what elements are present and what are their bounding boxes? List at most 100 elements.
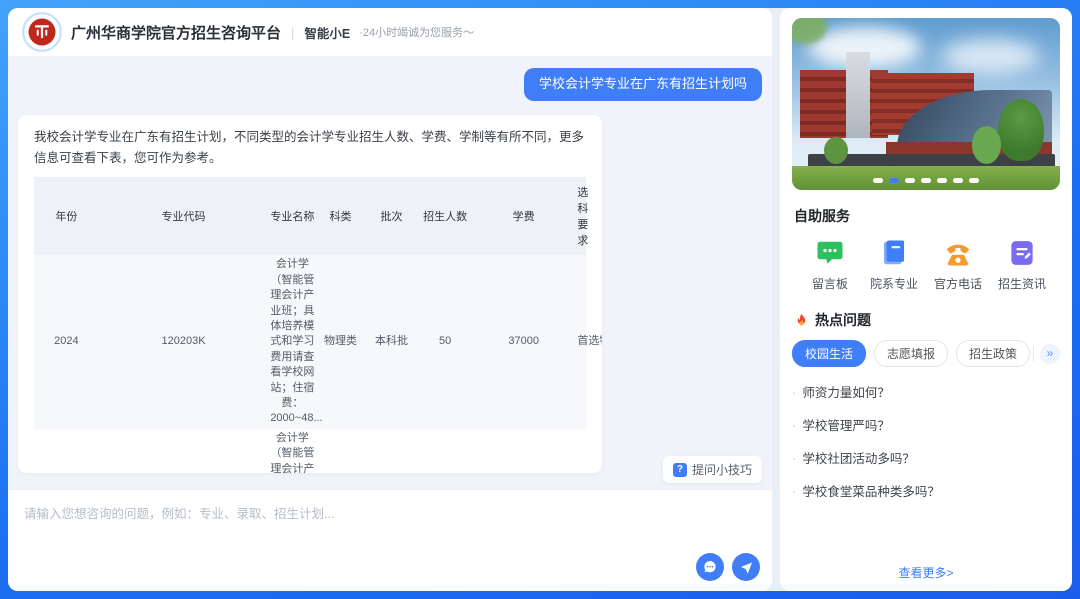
chat-bubble-icon — [702, 559, 718, 575]
table-row: 2024 120203K 会计学（智能管理会计产业班；具体培养模式和学习费用请查… — [34, 429, 586, 473]
bullet-icon: · — [792, 385, 796, 400]
cell-batch: 本科批 — [365, 429, 419, 473]
table-row: 2024 120203K 会计学（智能管理会计产业班；具体培养模式和学习费用请查… — [34, 255, 586, 428]
service-admission-news[interactable]: 招生资讯 — [992, 238, 1052, 292]
app-window: 广州华商学院官方招生咨询平台 | 智能小E ·24小时竭诚为您服务～ 学校会计学… — [0, 0, 1080, 599]
carousel-dot[interactable] — [889, 178, 899, 183]
carousel-dot[interactable] — [953, 178, 963, 183]
cell-enrollment: 50 — [418, 255, 472, 428]
admission-news-icon — [1007, 238, 1037, 268]
service-message-board[interactable]: 留言板 — [800, 238, 860, 292]
message-board-icon — [815, 238, 845, 268]
cell-tuition: 37000 — [472, 429, 575, 473]
tabs-more-button[interactable]: » — [1040, 344, 1060, 364]
service-official-phone[interactable]: 官方电话 — [928, 238, 988, 292]
hot-question-text: 学校管理严吗？ — [802, 415, 890, 434]
school-logo-icon — [22, 12, 62, 52]
composer — [8, 489, 772, 591]
title-divider: | — [291, 25, 294, 40]
cell-year: 2024 — [34, 429, 99, 473]
campus-tower — [846, 52, 870, 138]
quick-chat-button[interactable] — [696, 553, 724, 581]
table-header-cell: 专业代码 — [99, 177, 269, 255]
carousel-dot[interactable] — [937, 178, 947, 183]
cell-year: 2024 — [34, 255, 99, 428]
message-input[interactable] — [8, 490, 772, 552]
hot-questions-title: 热点问题 — [815, 310, 871, 330]
cell-major-code: 120203K — [99, 429, 269, 473]
service-label: 留言板 — [812, 275, 848, 292]
service-label: 招生资讯 — [998, 275, 1046, 292]
hot-question-text: 学校食堂菜品种类多吗？ — [802, 481, 940, 500]
departments-book-icon — [879, 238, 909, 268]
bot-intro-text: 我校会计学专业在广东有招生计划，不同类型的会计学专业招生人数、学费、学制等有所不… — [34, 127, 586, 170]
cell-enrollment: 30 — [418, 429, 472, 473]
composer-actions — [696, 553, 760, 581]
table-header-row: 年份专业代码专业名称科类批次招生人数学费选科要求 — [34, 177, 586, 255]
table-header-cell: 招生人数 — [418, 177, 472, 255]
sidebar: 自助服务 留言板 — [780, 8, 1072, 591]
hot-question[interactable]: · 师资力量如何？ — [792, 375, 1060, 408]
service-label: 院系专业 — [870, 275, 918, 292]
table-header-cell: 年份 — [34, 177, 99, 255]
hot-question-text: 学校社团活动多吗？ — [802, 448, 915, 467]
tree-shape — [998, 99, 1044, 161]
table-header-cell: 选科要求 — [575, 177, 586, 255]
hot-question[interactable]: · 学校管理严吗？ — [792, 408, 1060, 441]
cell-subject-requirement: 首选历史，再选不限 — [575, 429, 586, 473]
cell-tuition: 37000 — [472, 255, 575, 428]
carousel-dot[interactable] — [969, 178, 979, 183]
page-title: 广州华商学院官方招生咨询平台 — [71, 22, 281, 43]
hot-question[interactable]: · 学校社团活动多吗？ — [792, 441, 1060, 474]
assistant-name: 智能小E — [304, 23, 350, 42]
carousel-dots — [792, 178, 1060, 183]
chat-area: 学校会计学专业在广东有招生计划吗 我校会计学专业在广东有招生计划，不同类型的会计… — [8, 57, 772, 489]
hot-question-list: · 师资力量如何？ · 学校管理严吗？ · 学校社团活动多吗？ · — [792, 375, 1060, 507]
tabs-list: 校园生活志愿填报招生政策 — [792, 340, 1030, 367]
hot-question-text: 师资力量如何？ — [802, 382, 890, 401]
bot-message-card: 我校会计学专业在广东有招生计划，不同类型的会计学专业招生人数、学费、学制等有所不… — [18, 115, 602, 473]
cell-subject-requirement: 首选物理，再选不限 — [575, 255, 586, 428]
official-phone-icon — [943, 238, 973, 268]
send-button[interactable] — [732, 553, 760, 581]
hot-topic-tab[interactable]: 招生政策 — [956, 340, 1030, 367]
hot-question[interactable]: · 学校食堂菜品种类多吗？ — [792, 474, 1060, 507]
fire-icon — [794, 313, 809, 328]
cell-batch: 本科批 — [365, 255, 419, 428]
carousel-dot[interactable] — [905, 178, 915, 183]
table-header-cell: 批次 — [365, 177, 419, 255]
tips-label: 提问小技巧 — [692, 461, 752, 478]
user-message-bubble: 学校会计学专业在广东有招生计划吗 — [524, 68, 762, 101]
hot-topic-tabs: 校园生活志愿填报招生政策 » — [792, 340, 1060, 367]
service-departments[interactable]: 院系专业 — [864, 238, 924, 292]
view-more-link[interactable]: 查看更多> — [792, 558, 1060, 583]
header: 广州华商学院官方招生咨询平台 | 智能小E ·24小时竭诚为您服务～ — [8, 8, 772, 57]
self-service-title: 自助服务 — [794, 206, 1058, 226]
question-tips-button[interactable]: ? 提问小技巧 — [663, 456, 762, 483]
carousel-dot[interactable] — [921, 178, 931, 183]
cell-subject-category: 历史类 — [316, 429, 364, 473]
bullet-icon: · — [792, 418, 796, 433]
cell-major-name: 会计学（智能管理会计产业班；具体培养模式和学习费用请查看学校网站；住宿费：200… — [268, 255, 316, 428]
carousel-dot[interactable] — [873, 178, 883, 183]
hot-topic-tab[interactable]: 志愿填报 — [874, 340, 948, 367]
campus-photo-carousel[interactable] — [792, 18, 1060, 190]
hot-topic-tab[interactable]: 校园生活 — [792, 340, 866, 367]
table-header-cell: 科类 — [316, 177, 364, 255]
table-header-cell: 学费 — [472, 177, 575, 255]
cell-major-code: 120203K — [99, 255, 269, 428]
bullet-icon: · — [792, 484, 796, 499]
tree-shape — [972, 126, 1001, 164]
cloud-shape — [942, 39, 1038, 73]
chat-panel: 广州华商学院官方招生咨询平台 | 智能小E ·24小时竭诚为您服务～ 学校会计学… — [8, 8, 772, 591]
cell-major-name: 会计学（智能管理会计产业班；具体培养模式和学习费用请查看学校网站；住宿费：200… — [268, 429, 316, 473]
table-header-cell: 专业名称 — [268, 177, 316, 255]
service-label: 官方电话 — [934, 275, 982, 292]
help-icon: ? — [673, 463, 687, 477]
cell-subject-category: 物理类 — [316, 255, 364, 428]
paper-plane-icon — [739, 560, 754, 575]
main-container: 广州华商学院官方招生咨询平台 | 智能小E ·24小时竭诚为您服务～ 学校会计学… — [8, 8, 1072, 591]
hot-questions-header: 热点问题 — [794, 310, 1058, 330]
service-tagline: ·24小时竭诚为您服务～ — [359, 24, 474, 40]
admission-plan-table: 年份专业代码专业名称科类批次招生人数学费选科要求 2024 120203K 会计… — [34, 177, 586, 473]
